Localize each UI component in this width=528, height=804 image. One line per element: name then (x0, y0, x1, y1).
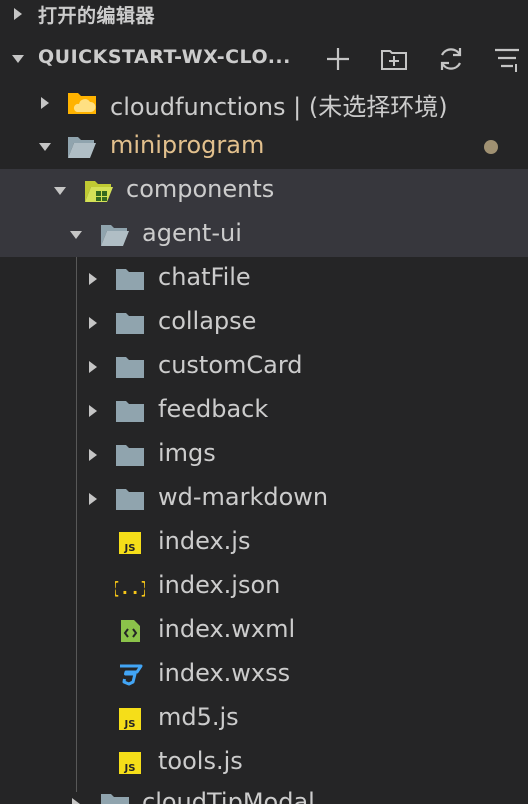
tree-item-label: md5.js (158, 703, 239, 731)
chevron-down-icon (68, 227, 84, 243)
tree-item[interactable]: wd-markdown (0, 477, 528, 521)
js-file-icon: JS (119, 532, 141, 554)
tree-item-label: index.wxss (158, 659, 291, 687)
folder-open-icon (68, 137, 96, 158)
tree-item[interactable]: {..} index.json (0, 565, 528, 609)
tree-item[interactable]: feedback (0, 389, 528, 433)
folder-icon (116, 357, 144, 378)
chevron-right-icon (85, 271, 101, 287)
tree-item-label: index.wxml (158, 615, 296, 643)
folder-icon (116, 313, 144, 334)
chevron-right-icon (85, 403, 101, 419)
tree-item[interactable]: chatFile (0, 257, 528, 301)
cloud-folder-icon (68, 93, 96, 114)
tree-item-label: imgs (158, 439, 216, 467)
tree-item-label: index.json (158, 571, 281, 599)
tree-item[interactable]: index.wxss (0, 653, 528, 697)
tree-item[interactable]: collapse (0, 301, 528, 345)
chevron-down-icon (52, 183, 68, 199)
chevron-right-icon (85, 359, 101, 375)
tree-item-label: miniprogram (110, 131, 265, 159)
tree-item-cloudtipmodal[interactable]: cloudTipModal (0, 782, 528, 804)
svg-text:JS: JS (124, 543, 136, 554)
js-file-icon: JS (119, 708, 141, 730)
tree-item-label: tools.js (158, 747, 243, 775)
open-editors-header[interactable]: 打开的编辑器 (0, 0, 528, 36)
tree-item-components[interactable]: components (0, 169, 528, 213)
file-explorer: 打开的编辑器 QUICKSTART-WX-CLO... cloudfunctio… (0, 0, 528, 804)
modified-dot-icon (484, 140, 498, 154)
tree-item-cloudfunctions[interactable]: cloudfunctions | (未选择环境) (0, 81, 528, 125)
svg-text:JS: JS (124, 719, 136, 730)
workspace-title: QUICKSTART-WX-CLO... (38, 46, 291, 68)
tree-item-agent-ui[interactable]: agent-ui (0, 213, 528, 257)
folder-icon (116, 489, 144, 510)
folder-icon (116, 401, 144, 422)
folder-icon (116, 269, 144, 290)
tree-item[interactable]: JS md5.js (0, 697, 528, 741)
tree-item-label: cloudfunctions | (未选择环境) (110, 93, 448, 121)
collapse-all-icon[interactable] (492, 44, 522, 74)
tree-item-miniprogram[interactable]: miniprogram (0, 125, 528, 169)
tree-item-label: collapse (158, 307, 257, 335)
chevron-right-icon (85, 315, 101, 331)
tree-item[interactable]: index.wxml (0, 609, 528, 653)
tree-item-label: wd-markdown (158, 483, 329, 511)
css-file-icon (120, 664, 143, 686)
folder-open-icon (101, 225, 129, 246)
svg-text:{..}: {..} (115, 579, 145, 599)
tree-item-label: cloudTipModal (142, 788, 315, 804)
tree-item[interactable]: customCard (0, 345, 528, 389)
refresh-icon[interactable] (436, 44, 466, 74)
tree-item-label: chatFile (158, 263, 251, 291)
folder-icon (101, 794, 129, 804)
tree-item[interactable]: JS tools.js (0, 741, 528, 785)
components-folder-icon (85, 181, 113, 202)
svg-text:JS: JS (124, 763, 136, 774)
tree-item-label: customCard (158, 351, 303, 379)
json-file-icon: {..} (115, 579, 145, 599)
chevron-right-icon (85, 491, 101, 507)
chevron-down-icon (10, 51, 26, 67)
tree-item-label: agent-ui (142, 219, 242, 247)
tree-item[interactable]: JS index.js (0, 521, 528, 565)
new-file-icon[interactable] (323, 44, 353, 74)
tree-item-label: components (126, 175, 275, 203)
new-folder-icon[interactable] (379, 44, 409, 74)
chevron-right-icon (10, 6, 26, 22)
wxml-file-icon (121, 620, 140, 642)
folder-icon (116, 445, 144, 466)
chevron-right-icon (37, 95, 53, 111)
chevron-right-icon (68, 796, 84, 804)
js-file-icon: JS (119, 752, 141, 774)
workspace-header[interactable]: QUICKSTART-WX-CLO... (0, 37, 528, 81)
open-editors-title: 打开的编辑器 (38, 5, 156, 27)
tree-item[interactable]: imgs (0, 433, 528, 477)
chevron-right-icon (85, 447, 101, 463)
tree-item-label: feedback (158, 395, 269, 423)
chevron-down-icon (37, 139, 53, 155)
tree-item-label: index.js (158, 527, 251, 555)
